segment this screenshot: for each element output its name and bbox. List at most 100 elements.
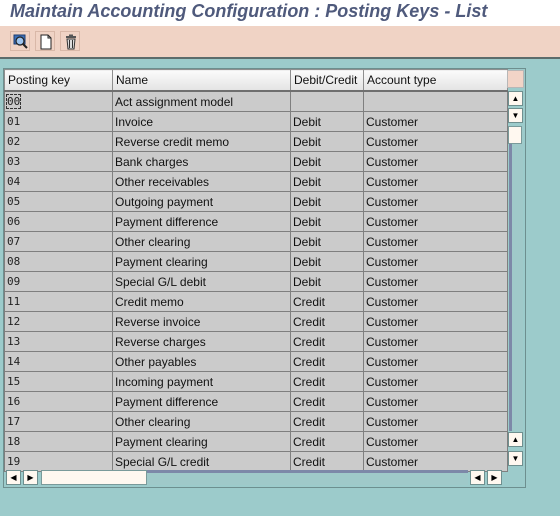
cell-account-type[interactable] (363, 90, 508, 112)
cell-posting-key[interactable]: 12 (4, 311, 113, 332)
cell-posting-key[interactable]: 05 (4, 191, 113, 212)
cell-posting-key[interactable]: 08 (4, 251, 113, 272)
cell-account-type[interactable]: Customer (363, 371, 508, 392)
table-row[interactable]: 02 Reverse credit memo Debit Customer (4, 131, 508, 152)
cell-debit-credit[interactable]: Credit (290, 291, 364, 312)
table-row[interactable]: 15 Incoming payment Credit Customer (4, 371, 508, 392)
cell-account-type[interactable]: Customer (363, 131, 508, 152)
cell-account-type[interactable]: Customer (363, 411, 508, 432)
cell-posting-key[interactable]: 09 (4, 271, 113, 292)
cell-debit-credit[interactable]: Debit (290, 251, 364, 272)
cell-account-type[interactable]: Customer (363, 451, 508, 472)
cell-posting-key[interactable]: 19 (4, 451, 113, 472)
cell-posting-key[interactable]: 13 (4, 331, 113, 352)
table-row[interactable]: 03 Bank charges Debit Customer (4, 151, 508, 172)
cell-name[interactable]: Other clearing (112, 411, 291, 432)
scroll-right-button[interactable]: ▶ (23, 470, 38, 485)
cell-debit-credit[interactable]: Credit (290, 411, 364, 432)
cell-debit-credit[interactable]: Debit (290, 151, 364, 172)
cell-debit-credit[interactable]: Debit (290, 191, 364, 212)
table-row[interactable]: 05 Outgoing payment Debit Customer (4, 191, 508, 212)
cell-name[interactable]: Payment clearing (112, 251, 291, 272)
table-row[interactable]: 17 Other clearing Credit Customer (4, 411, 508, 432)
cell-account-type[interactable]: Customer (363, 311, 508, 332)
cell-name[interactable]: Payment clearing (112, 431, 291, 452)
table-row[interactable]: 19 Special G/L credit Credit Customer (4, 451, 508, 472)
cell-account-type[interactable]: Customer (363, 291, 508, 312)
cell-account-type[interactable]: Customer (363, 271, 508, 292)
new-entry-button[interactable] (35, 31, 55, 51)
scroll-line-up-button[interactable]: ▲ (508, 432, 523, 447)
cell-debit-credit[interactable]: Credit (290, 391, 364, 412)
cell-name[interactable]: Special G/L debit (112, 271, 291, 292)
cell-name[interactable]: Bank charges (112, 151, 291, 172)
table-row[interactable]: 06 Payment difference Debit Customer (4, 211, 508, 232)
cell-name[interactable]: Other payables (112, 351, 291, 372)
table-row[interactable]: 01 Invoice Debit Customer (4, 111, 508, 132)
cell-account-type[interactable]: Customer (363, 391, 508, 412)
column-settings-button[interactable] (507, 70, 524, 88)
scroll-page-up-button[interactable]: ▲ (508, 91, 523, 106)
cell-posting-key[interactable]: 03 (4, 151, 113, 172)
cell-name[interactable]: Reverse credit memo (112, 131, 291, 152)
cell-posting-key[interactable]: 17 (4, 411, 113, 432)
cell-posting-key[interactable]: 15 (4, 371, 113, 392)
cell-account-type[interactable]: Customer (363, 231, 508, 252)
cell-account-type[interactable]: Customer (363, 171, 508, 192)
cell-debit-credit[interactable]: Credit (290, 311, 364, 332)
table-row[interactable]: 09 Special G/L debit Debit Customer (4, 271, 508, 292)
cell-debit-credit[interactable]: Credit (290, 331, 364, 352)
cell-posting-key[interactable]: 16 (4, 391, 113, 412)
cell-name[interactable]: Incoming payment (112, 371, 291, 392)
vertical-scrollbar-track[interactable] (509, 126, 523, 431)
cell-debit-credit[interactable]: Debit (290, 211, 364, 232)
cell-account-type[interactable]: Customer (363, 191, 508, 212)
table-row[interactable]: 14 Other payables Credit Customer (4, 351, 508, 372)
vertical-scrollbar-thumb[interactable] (508, 126, 522, 144)
table-row[interactable]: 13 Reverse charges Credit Customer (4, 331, 508, 352)
cell-posting-key[interactable]: 14 (4, 351, 113, 372)
scroll-line-down-button[interactable]: ▼ (508, 451, 523, 466)
cell-account-type[interactable]: Customer (363, 211, 508, 232)
cell-debit-credit[interactable] (290, 90, 364, 112)
cell-account-type[interactable]: Customer (363, 151, 508, 172)
scroll-page-down-button[interactable]: ▼ (508, 108, 523, 123)
column-header-name[interactable]: Name (112, 69, 291, 92)
cell-debit-credit[interactable]: Debit (290, 111, 364, 132)
cell-name[interactable]: Outgoing payment (112, 191, 291, 212)
cell-name[interactable]: Other receivables (112, 171, 291, 192)
table-row[interactable]: 18 Payment clearing Credit Customer (4, 431, 508, 452)
cell-account-type[interactable]: Customer (363, 431, 508, 452)
table-row[interactable]: 16 Payment difference Credit Customer (4, 391, 508, 412)
cell-debit-credit[interactable]: Debit (290, 131, 364, 152)
cell-account-type[interactable]: Customer (363, 331, 508, 352)
column-header-account-type[interactable]: Account type (363, 69, 508, 92)
table-row[interactable]: 08 Payment clearing Debit Customer (4, 251, 508, 272)
column-header-posting-key[interactable]: Posting key (4, 69, 113, 92)
cell-name[interactable]: Reverse invoice (112, 311, 291, 332)
delete-button[interactable] (60, 31, 80, 51)
cell-posting-key[interactable]: 04 (4, 171, 113, 192)
cell-debit-credit[interactable]: Debit (290, 231, 364, 252)
cell-debit-credit[interactable]: Credit (290, 451, 364, 472)
scroll-left-button[interactable]: ◀ (6, 470, 21, 485)
table-row[interactable]: 12 Reverse invoice Credit Customer (4, 311, 508, 332)
table-row[interactable]: 11 Credit memo Credit Customer (4, 291, 508, 312)
cell-name[interactable]: Payment difference (112, 211, 291, 232)
cell-posting-key[interactable]: 07 (4, 231, 113, 252)
cell-account-type[interactable]: Customer (363, 351, 508, 372)
table-row[interactable]: 07 Other clearing Debit Customer (4, 231, 508, 252)
cell-name[interactable]: Other clearing (112, 231, 291, 252)
scroll-column-left-button[interactable]: ◀ (470, 470, 485, 485)
cell-posting-key[interactable]: 01 (4, 111, 113, 132)
table-row[interactable]: 04 Other receivables Debit Customer (4, 171, 508, 192)
cell-posting-key[interactable]: 02 (4, 131, 113, 152)
cell-name[interactable]: Reverse charges (112, 331, 291, 352)
cell-debit-credit[interactable]: Credit (290, 351, 364, 372)
cell-name[interactable]: Credit memo (112, 291, 291, 312)
cell-posting-key[interactable]: 18 (4, 431, 113, 452)
cell-posting-key[interactable]: 00 (4, 90, 113, 112)
cell-name[interactable]: Act assignment model (112, 90, 291, 112)
cell-debit-credit[interactable]: Credit (290, 431, 364, 452)
cell-name[interactable]: Special G/L credit (112, 451, 291, 472)
